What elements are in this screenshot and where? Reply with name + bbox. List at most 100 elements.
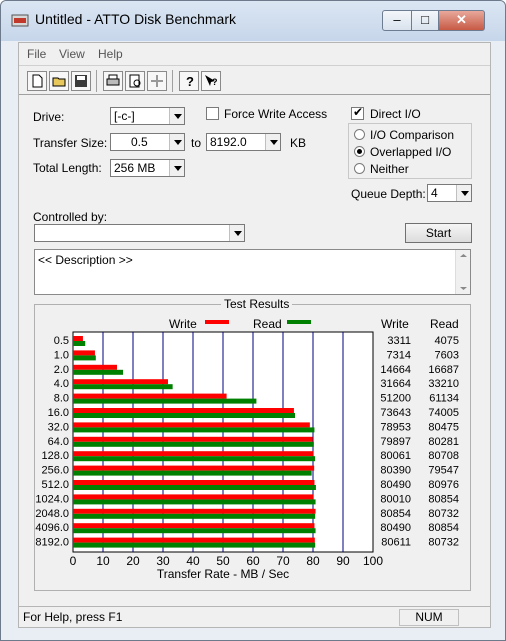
write-bar: [73, 422, 310, 428]
menu-file[interactable]: File: [27, 47, 46, 61]
write-value: 78953: [380, 421, 411, 433]
drive-select[interactable]: [-c-]: [110, 107, 185, 125]
read-value: 80708: [428, 450, 459, 462]
write-value: 73643: [380, 407, 411, 419]
drive-label: Drive:: [33, 110, 65, 124]
svg-text:?: ?: [186, 74, 194, 88]
write-value: 80854: [380, 508, 411, 520]
maximize-button[interactable]: □: [411, 10, 439, 31]
y-tick-label: 1.0: [54, 349, 69, 361]
chevron-down-icon[interactable]: [229, 225, 244, 241]
results-chart: Write Read Write Read 0 10 20 30 40 50 60 70 80 90 100…: [35, 317, 459, 581]
chevron-down-icon[interactable]: [169, 134, 184, 150]
toolbar-separator: [96, 70, 97, 92]
chevron-down-icon[interactable]: [169, 108, 184, 124]
close-button[interactable]: ✕: [438, 10, 485, 31]
y-tick-label: 8192.0: [35, 537, 69, 549]
x-tick-label: 10: [96, 554, 110, 568]
menu-help[interactable]: Help: [98, 47, 123, 61]
print-preview-icon[interactable]: [125, 71, 145, 91]
read-bar: [73, 470, 312, 476]
read-bar: [73, 456, 316, 462]
write-value: 14664: [380, 364, 411, 376]
legend-write-swatch: [205, 320, 229, 324]
read-bar: [73, 413, 296, 418]
help-icon[interactable]: ?: [179, 71, 199, 91]
read-value: 80732: [428, 537, 459, 549]
controlled-by-label: Controlled by:: [33, 210, 108, 224]
client-area: File View Help ? ? Drive: [-c-] Force Wr…: [18, 42, 491, 628]
write-bar: [73, 379, 168, 385]
description-text: << Description >>: [38, 253, 133, 267]
window-title: Untitled - ATTO Disk Benchmark: [35, 11, 236, 27]
write-bar: [73, 480, 315, 485]
force-write-label: Force Write Access: [224, 107, 328, 121]
read-value: 80281: [428, 436, 459, 448]
overlapped-io-radio[interactable]: [354, 146, 365, 157]
description-scrollbar[interactable]: [455, 250, 470, 294]
transfer-to-value: 8192.0: [210, 135, 247, 149]
write-value: 80611: [381, 537, 411, 549]
chevron-down-icon[interactable]: [456, 185, 471, 201]
transfer-from-select[interactable]: 0.5: [110, 133, 185, 151]
x-tick-label: 40: [186, 554, 200, 568]
total-length-label: Total Length:: [33, 161, 102, 175]
force-write-checkbox[interactable]: [206, 107, 219, 120]
legend-write-label: Write: [169, 317, 197, 331]
x-tick-label: 70: [276, 554, 290, 568]
x-tick-label: 30: [156, 554, 170, 568]
write-bar: [73, 393, 227, 399]
read-value: 79547: [428, 465, 459, 477]
read-bar: [73, 499, 316, 505]
move-icon[interactable]: [147, 71, 167, 91]
y-tick-label: 1024.0: [35, 493, 69, 505]
transfer-size-label: Transfer Size:: [33, 136, 108, 150]
write-value: 80010: [380, 493, 411, 505]
y-tick-label: 256.0: [41, 465, 69, 477]
read-value: 61134: [429, 393, 459, 405]
io-comparison-radio[interactable]: [354, 129, 365, 140]
print-icon[interactable]: [103, 71, 123, 91]
write-column-header: Write: [381, 317, 409, 331]
write-bar: [73, 465, 315, 471]
status-num: NUM: [399, 609, 459, 626]
app-icon: [11, 14, 29, 27]
read-bar: [73, 369, 124, 375]
total-length-select[interactable]: 256 MB: [110, 159, 185, 177]
read-bar: [73, 384, 173, 390]
chevron-down-icon[interactable]: [265, 134, 280, 150]
direct-io-checkbox[interactable]: [351, 105, 364, 120]
y-tick-label: 2.0: [54, 364, 69, 376]
direct-io-label: Direct I/O: [370, 107, 421, 121]
description-field[interactable]: << Description >>: [34, 249, 471, 295]
start-button[interactable]: Start: [405, 223, 472, 243]
x-tick-label: 50: [216, 554, 230, 568]
open-icon[interactable]: [49, 71, 69, 91]
write-bar: [73, 350, 95, 356]
menu-view[interactable]: View: [59, 47, 85, 61]
new-icon[interactable]: [27, 71, 47, 91]
write-bar: [73, 537, 315, 543]
neither-radio[interactable]: [354, 163, 365, 174]
io-comparison-label: I/O Comparison: [370, 128, 455, 142]
chevron-down-icon[interactable]: [169, 160, 184, 176]
title-bar[interactable]: Untitled - ATTO Disk Benchmark – □ ✕: [1, 1, 505, 41]
read-value: 80854: [428, 493, 459, 505]
write-value: 31664: [380, 378, 411, 390]
save-icon[interactable]: [71, 71, 91, 91]
read-value: 16687: [428, 364, 459, 376]
status-bar: For Help, press F1 NUM: [19, 606, 490, 627]
y-tick-label: 2048.0: [35, 508, 69, 520]
transfer-to-select[interactable]: 8192.0: [206, 133, 281, 151]
write-value: 80490: [380, 479, 411, 491]
minimize-button[interactable]: –: [382, 10, 412, 31]
queue-depth-select[interactable]: 4: [427, 184, 472, 202]
drive-value: [-c-]: [114, 109, 135, 123]
write-value: 80061: [380, 450, 411, 462]
context-help-icon[interactable]: ?: [201, 71, 221, 91]
controlled-by-select[interactable]: [34, 224, 245, 242]
read-value: 33210: [428, 378, 459, 390]
toolbar-separator: [172, 70, 173, 92]
read-bar: [73, 355, 96, 361]
overlapped-io-label: Overlapped I/O: [370, 145, 452, 159]
